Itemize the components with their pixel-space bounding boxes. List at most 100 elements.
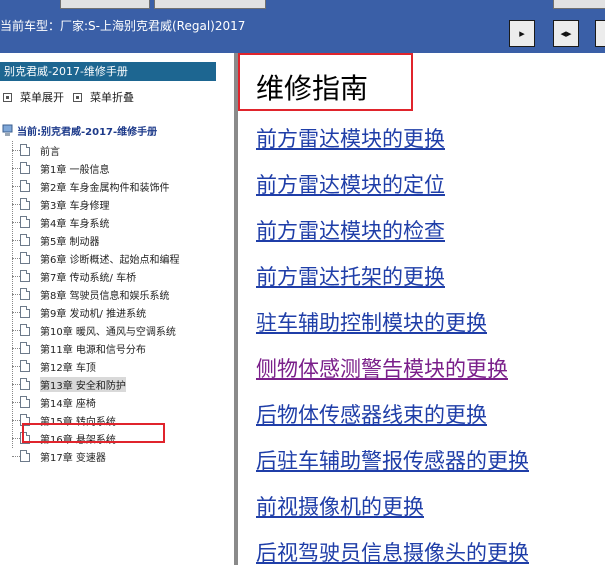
- tree-branch: [12, 203, 20, 205]
- top-tab-1[interactable]: [60, 0, 150, 9]
- tree-root[interactable]: 当前:别克君威-2017-维修手册: [2, 123, 157, 138]
- chapter-tree: 前言第1章 一般信息第2章 车身金属构件和装饰件 第3章 车身修理 第4章 车身系统…: [0, 141, 234, 465]
- tree-branch: [12, 167, 20, 169]
- document-icon: [20, 162, 30, 174]
- panel-left-icon: ▸: [519, 27, 525, 40]
- tree-item[interactable]: 第16章 悬架系统: [0, 429, 234, 447]
- tree-branch: [12, 365, 20, 367]
- procedure-link[interactable]: 后驻车辅助警报传感器的更换: [256, 445, 529, 475]
- document-icon: [20, 414, 30, 426]
- tree-branch: [12, 221, 20, 223]
- document-icon: [20, 198, 30, 210]
- procedure-link[interactable]: 前视摄像机的更换: [256, 491, 424, 521]
- tree-item-label: 第6章 诊断概述、起始点和编程: [40, 254, 180, 266]
- manual-title: 别克君威-2017-维修手册: [0, 62, 216, 81]
- tree-branch: [12, 437, 20, 439]
- document-icon: [20, 360, 30, 372]
- document-icon: [20, 216, 30, 228]
- document-icon: [20, 270, 30, 282]
- tree-item-label: 第3章 车身修理: [40, 200, 110, 212]
- tree-item[interactable]: 第13章 安全和防护: [0, 375, 234, 393]
- tree-item[interactable]: 第12章 车顶: [0, 357, 234, 375]
- procedure-link[interactable]: 前方雷达模块的检查: [256, 215, 445, 245]
- tree-item[interactable]: 第9章 发动机/ 推进系统: [0, 303, 234, 321]
- tree-item-label: 第14章 座椅: [40, 398, 96, 410]
- top-tab-2[interactable]: [154, 0, 266, 9]
- menu-expand-button[interactable]: 菜单展开: [3, 89, 64, 105]
- procedure-link[interactable]: 前方雷达托架的更换: [256, 261, 445, 291]
- tree-branch: [12, 401, 20, 403]
- tree-item[interactable]: 第15章 转向系统: [0, 411, 234, 429]
- document-icon: [20, 396, 30, 408]
- document-icon: [20, 306, 30, 318]
- tree-item-label: 第2章 车身金属构件和装饰件: [40, 182, 170, 194]
- tree-item-label: 第1章 一般信息: [40, 164, 110, 176]
- tree-item-label: 第5章 制动器: [40, 236, 100, 248]
- document-icon: [20, 144, 30, 156]
- expand-both-icon: ◂▸: [560, 27, 572, 40]
- menu-collapse-button[interactable]: 菜单折叠: [73, 89, 134, 105]
- page-title: 维修指南: [256, 72, 369, 105]
- tree-branch: [12, 185, 20, 187]
- header-bar: 当前车型：厂家:S-上海别克君威(Regal)2017 ▸ ◂▸ ◂: [0, 0, 605, 53]
- tree-item[interactable]: 第17章 变速器: [0, 447, 234, 465]
- tree-branch: [12, 419, 20, 421]
- tree-item[interactable]: 第14章 座椅: [0, 393, 234, 411]
- document-icon: [20, 180, 30, 192]
- tree-item-label: 第17章 变速器: [40, 452, 106, 464]
- procedure-link[interactable]: 前方雷达模块的定位: [256, 169, 445, 199]
- tree-branch: [12, 275, 20, 277]
- tree-item[interactable]: 第11章 电源和信号分布: [0, 339, 234, 357]
- tree-item[interactable]: 第5章 制动器: [0, 231, 234, 249]
- tree-branch: [12, 383, 20, 385]
- document-icon: [20, 324, 30, 336]
- document-icon: [20, 234, 30, 246]
- tree-item[interactable]: 第1章 一般信息: [0, 159, 234, 177]
- document-icon: [20, 450, 30, 462]
- tree-item[interactable]: 第6章 诊断概述、起始点和编程: [0, 249, 234, 267]
- top-tab-3[interactable]: [553, 0, 605, 9]
- menu-collapse-label: 菜单折叠: [90, 91, 134, 104]
- menu-expand-label: 菜单展开: [20, 91, 64, 104]
- document-icon: [20, 288, 30, 300]
- tree-item[interactable]: 第3章 车身修理: [0, 195, 234, 213]
- tree-item-label: 第10章 暖风、通风与空调系统: [40, 326, 176, 338]
- collapse-icon: [73, 92, 82, 102]
- current-car-model: 当前车型：厂家:S-上海别克君威(Regal)2017: [0, 19, 246, 33]
- panel-right-button[interactable]: ◂: [595, 20, 605, 47]
- tree-branch: [12, 293, 20, 295]
- document-icon: [20, 252, 30, 264]
- tree-item[interactable]: 第8章 驾驶员信息和娱乐系统: [0, 285, 234, 303]
- content-pane: 维修指南 前方雷达模块的更换 前方雷达模块的定位 前方雷达模块的检查 前方雷达托架的更…: [238, 53, 605, 565]
- tree-item-label: 前言: [40, 146, 60, 158]
- panel-left-button[interactable]: ▸: [509, 20, 535, 47]
- tree-item[interactable]: 前言: [0, 141, 234, 159]
- document-icon: [20, 432, 30, 444]
- tree-item-label: 第8章 驾驶员信息和娱乐系统: [40, 290, 170, 302]
- tree-branch: [12, 329, 20, 331]
- procedure-link[interactable]: 后视驾驶员信息摄像头的更换: [256, 537, 529, 565]
- tree-item[interactable]: 第4章 车身系统: [0, 213, 234, 231]
- tree-branch: [12, 257, 20, 259]
- tree-item[interactable]: 第2章 车身金属构件和装饰件: [0, 177, 234, 195]
- tree-root-label: 当前:别克君威-2017-维修手册: [17, 127, 158, 138]
- procedure-link[interactable]: 驻车辅助控制模块的更换: [256, 307, 487, 337]
- tree-item-label: 第11章 电源和信号分布: [40, 344, 146, 356]
- tree-item-label: 第15章 转向系统: [40, 416, 116, 428]
- tree-item-label: 第12章 车顶: [40, 362, 96, 374]
- procedure-link[interactable]: 后物体传感器线束的更换: [256, 399, 487, 429]
- tree-item-label: 第16章 悬架系统: [40, 434, 116, 446]
- procedure-link[interactable]: 侧物体感测警告模块的更换: [256, 353, 508, 383]
- tree-item[interactable]: 第7章 传动系统/ 车桥: [0, 267, 234, 285]
- document-icon: [20, 378, 30, 390]
- expand-icon: [3, 92, 12, 102]
- tree-item-label: 第4章 车身系统: [40, 218, 110, 230]
- expand-both-button[interactable]: ◂▸: [553, 20, 579, 47]
- computer-icon: [2, 124, 13, 136]
- tree-branch: [12, 347, 20, 349]
- navigation-pane: 别克君威-2017-维修手册 菜单展开 菜单折叠 当前:别克君威-2017-维修…: [0, 53, 234, 565]
- tree-item[interactable]: 第10章 暖风、通风与空调系统: [0, 321, 234, 339]
- procedure-link[interactable]: 前方雷达模块的更换: [256, 123, 445, 153]
- tree-branch: [12, 311, 20, 313]
- tree-item-label: 第9章 发动机/ 推进系统: [40, 308, 147, 320]
